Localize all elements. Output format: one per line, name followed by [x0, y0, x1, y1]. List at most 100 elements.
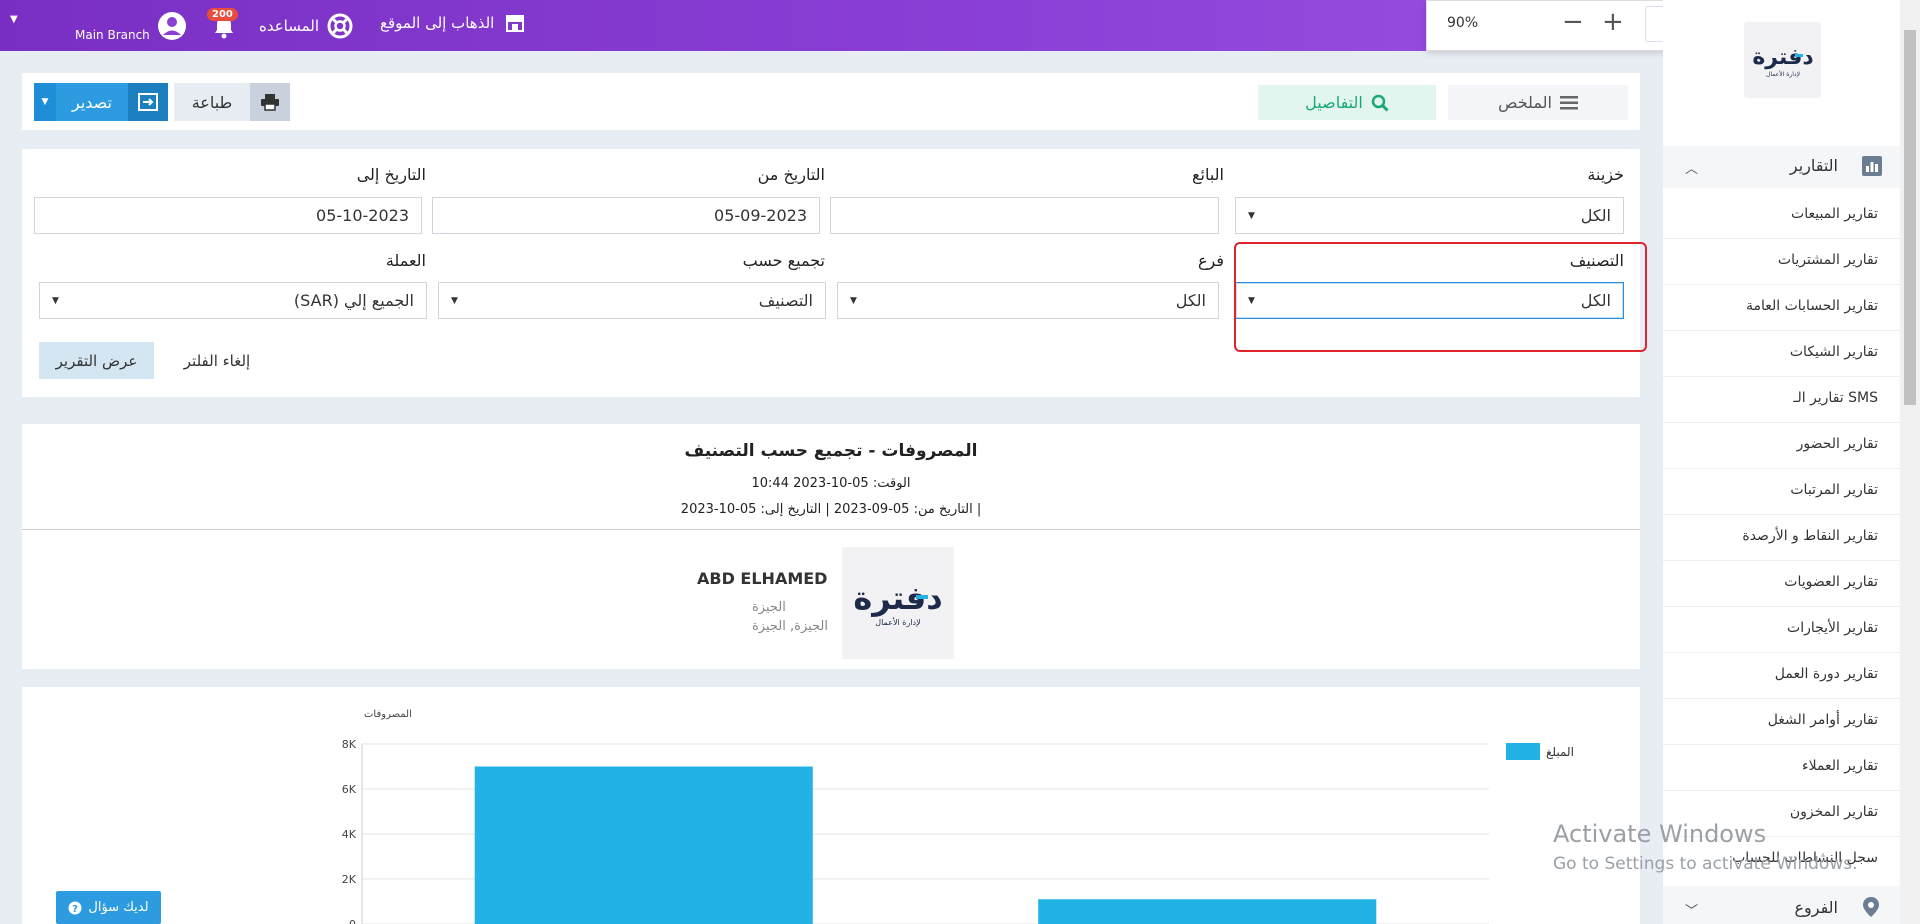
caret-down-icon[interactable]: ▼ — [34, 83, 56, 121]
export-button[interactable]: ▼ تصدير — [34, 83, 168, 121]
date-to-label: التاريخ إلى — [356, 165, 426, 184]
sidebar-item-payroll-reports[interactable]: تقارير المرتبات — [1790, 482, 1878, 498]
sidebar-item-sales-reports[interactable]: تقارير المبيعات — [1791, 206, 1878, 222]
currency-select[interactable]: الجميع إلي (SAR) ▼ — [39, 282, 427, 319]
sidebar-item-clients-reports[interactable]: تقارير العملاء — [1802, 758, 1878, 774]
seller-label: البائع — [1192, 165, 1224, 184]
report-time: الوقت: 05-10-2023 10:44 — [751, 476, 911, 491]
help-label: المساعده — [259, 17, 320, 35]
sidebar-item-cheques-reports[interactable]: تقارير الشيكات — [1790, 344, 1878, 360]
divider — [1663, 284, 1900, 285]
sidebar-section-branches[interactable]: الفروع ﹀ — [1663, 886, 1900, 924]
tab-summary[interactable]: الملخص — [1448, 85, 1628, 120]
divider — [1663, 698, 1900, 699]
expenses-bar-chart: المصروفات 0 2K 4K 6K 8K المبلغ — [342, 709, 1574, 924]
sidebar-item-memberships-reports[interactable]: تقارير العضويات — [1784, 574, 1878, 590]
question-circle-icon: ? — [68, 901, 82, 915]
daftra-logo-icon: دفترة لإدارة الأعمال — [1752, 45, 1813, 78]
notification-count-badge: 200 — [207, 8, 238, 21]
zoom-out-button[interactable]: − — [1562, 7, 1584, 37]
sidebar-section-reports[interactable]: التقارير ︿ — [1663, 146, 1900, 188]
watermark-line-2: Go to Settings to activate Windows. — [1553, 854, 1858, 874]
svg-text:?: ? — [73, 904, 79, 915]
app-logo[interactable]: دفترة لإدارة الأعمال — [1744, 22, 1821, 98]
ask-question-button[interactable]: ? لديك سؤال — [56, 891, 161, 924]
divider — [1663, 652, 1900, 653]
bar — [474, 766, 813, 924]
tab-summary-label: الملخص — [1498, 93, 1552, 112]
seller-input[interactable] — [830, 197, 1219, 234]
report-date-range: التاريخ من: 05-09-2023 | التاريخ إلى: 05… — [680, 502, 982, 517]
y-tick-label: 2K — [342, 873, 357, 886]
y-tick-label: 8K — [342, 738, 357, 751]
group-by-select[interactable]: التصنيف ▼ — [438, 282, 826, 319]
sidebar-item-rentals-reports[interactable]: تقارير الأيجارات — [1787, 620, 1878, 636]
treasury-select[interactable]: الكل ▼ — [1235, 197, 1624, 234]
company-address: الجيزة, الجيزة — [752, 619, 829, 634]
show-report-button[interactable]: عرض التقرير — [39, 342, 154, 379]
tab-details[interactable]: التفاصيل — [1258, 85, 1436, 120]
branch-label: فرع — [1197, 251, 1224, 270]
legend-swatch — [1506, 743, 1540, 760]
visit-site-label: الذهاب إلى الموقع — [380, 14, 495, 32]
svg-text:دفترة: دفترة — [1752, 45, 1813, 70]
print-label: طباعة — [174, 83, 250, 121]
treasury-label: خزينة — [1587, 165, 1624, 184]
sidebar-item-work-orders-reports[interactable]: تقارير أوامر الشغل — [1768, 712, 1878, 728]
sidebar-item-general-accounts-reports[interactable]: تقارير الحسابات العامة — [1746, 298, 1878, 314]
branch-dropdown-caret-icon[interactable]: ▼ — [10, 14, 18, 25]
page-scrollbar[interactable] — [1900, 0, 1920, 924]
ask-question-label: لديك سؤال — [88, 900, 149, 915]
chart-panel: المصروفات 0 2K 4K 6K 8K المبلغ — [22, 687, 1640, 924]
group-by-label: تجميع حسب — [742, 251, 825, 270]
menu-icon — [1559, 95, 1578, 109]
print-button[interactable]: طباعة — [174, 83, 290, 121]
visit-site-link[interactable]: الذهاب إلى الموقع — [380, 13, 526, 33]
help-link[interactable]: المساعده — [259, 13, 353, 39]
export-icon — [128, 83, 168, 121]
divider — [1663, 422, 1900, 423]
currency-label: العملة — [385, 251, 426, 270]
sidebar-item-sms-reports[interactable]: تقارير الـ SMS — [1793, 390, 1878, 406]
branch-name[interactable]: Main Branch — [75, 28, 150, 42]
sidebar-item-workflow-reports[interactable]: تقارير دورة العمل — [1775, 666, 1878, 682]
svg-text:لإدارة الأعمال: لإدارة الأعمال — [1765, 70, 1799, 78]
sidebar-item-attendance-reports[interactable]: تقارير الحضور — [1797, 436, 1878, 452]
sidebar: دفترة لإدارة الأعمال التقارير ︿ تقارير ا… — [1663, 0, 1900, 924]
svg-text:لإدارة الأعمال: لإدارة الأعمال — [875, 617, 920, 628]
chevron-down-icon: ﹀ — [1685, 904, 1699, 919]
bar — [1038, 899, 1377, 924]
date-to-input[interactable]: 05-10-2023 — [34, 197, 422, 234]
currency-value: الجميع إلي (SAR) — [293, 291, 414, 310]
date-from-label: التاريخ من — [757, 165, 825, 184]
zoom-in-button[interactable]: + — [1602, 7, 1624, 37]
company-logo: دفترة لإدارة الأعمال — [842, 547, 954, 659]
branch-select[interactable]: الكل ▼ — [837, 282, 1219, 319]
divider — [1663, 514, 1900, 515]
svg-text:دفترة: دفترة — [853, 579, 942, 617]
highlight-frame — [1234, 242, 1647, 352]
report-toolbar: ▼ تصدير طباعة التفاصيل الملخص — [22, 73, 1640, 130]
search-icon — [1371, 94, 1389, 112]
scrollbar-thumb[interactable] — [1904, 30, 1916, 405]
sidebar-item-purchase-reports[interactable]: تقارير المشتريات — [1778, 252, 1878, 268]
caret-down-icon: ▼ — [850, 296, 857, 306]
divider — [22, 529, 1640, 530]
report-title: المصروفات - تجميع حسب التصنيف — [684, 441, 978, 461]
company-city: الجيزة — [752, 600, 786, 615]
y-tick-label: 4K — [342, 828, 357, 841]
zoom-percent: 90% — [1447, 15, 1479, 31]
sidebar-item-points-balances-reports[interactable]: تقارير النقاط و الأرصدة — [1742, 528, 1878, 544]
divider — [1663, 606, 1900, 607]
user-avatar-icon[interactable] — [157, 11, 187, 41]
top-bar: ▼ Main Branch 200 المساعده الذهاب إلى ال… — [0, 0, 1663, 51]
date-from-input[interactable]: 05-09-2023 — [432, 197, 820, 234]
bar-chart-icon — [1862, 156, 1882, 176]
watermark-line-1: Activate Windows — [1553, 820, 1767, 848]
sidebar-item-inventory-reports[interactable]: تقارير المخزون — [1790, 804, 1878, 820]
divider — [1663, 376, 1900, 377]
group-by-value: التصنيف — [758, 291, 813, 310]
clear-filter-button[interactable]: إلغاء الفلتر — [172, 342, 262, 379]
storefront-icon — [506, 15, 525, 32]
legend-label: المبلغ — [1546, 745, 1574, 759]
